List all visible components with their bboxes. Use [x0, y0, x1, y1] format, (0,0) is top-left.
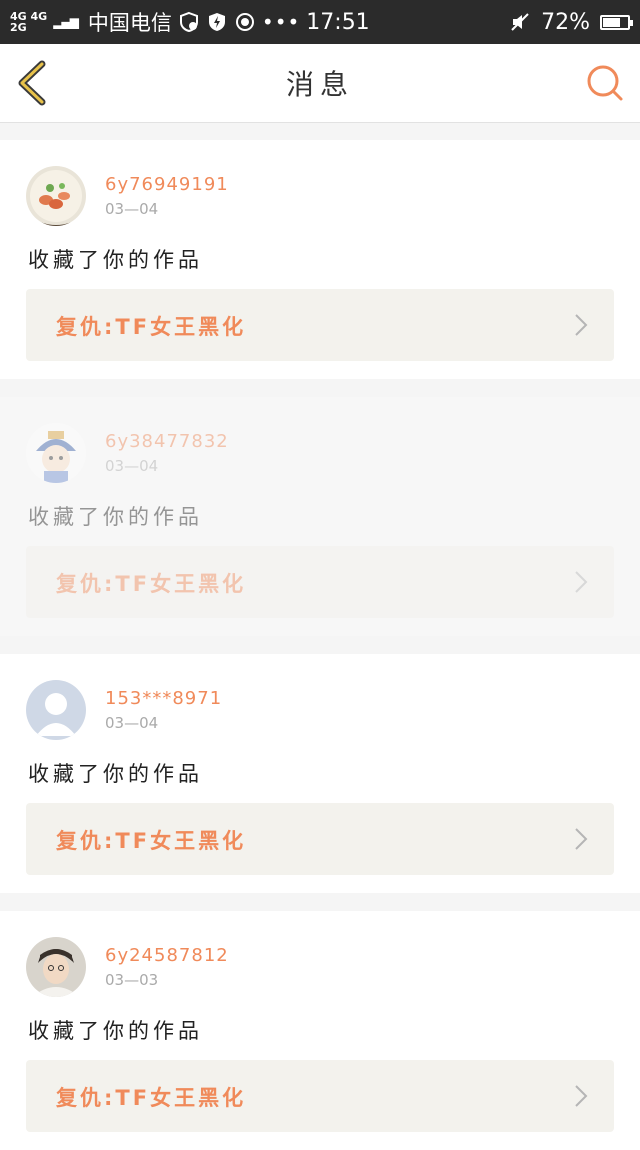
- work-link[interactable]: 复仇:TF女王黑化: [26, 289, 614, 361]
- work-link[interactable]: 复仇:TF女王黑化: [26, 1060, 614, 1132]
- mute-icon: [511, 13, 529, 31]
- chevron-right-icon: [575, 1085, 588, 1107]
- status-bar: 4G 4G 2G ▂▄▆ 中国电信 ••• 17:51 72%: [0, 0, 640, 44]
- cartoon-character-icon[interactable]: [26, 423, 86, 483]
- food-photo-icon[interactable]: [26, 166, 86, 226]
- work-link[interactable]: 复仇:TF女王黑化: [26, 546, 614, 618]
- default-user-icon[interactable]: [26, 680, 86, 740]
- username[interactable]: 6y24587812: [105, 945, 229, 966]
- shield-check-icon: [179, 11, 198, 33]
- page-title: 消息: [285, 68, 354, 101]
- battery-percent: 72%: [541, 9, 590, 35]
- work-title: 复仇:TF女王黑化: [56, 1086, 247, 1110]
- username[interactable]: 6y38477832: [105, 431, 229, 452]
- action-text: 收藏了你的作品: [28, 762, 203, 786]
- signal-icon: ▂▄▆: [53, 15, 79, 29]
- chevron-right-icon: [575, 828, 588, 850]
- clock: 17:51: [306, 9, 370, 35]
- back-arrow-icon[interactable]: [14, 60, 54, 106]
- work-link[interactable]: 复仇:TF女王黑化: [26, 803, 614, 875]
- person-photo-icon[interactable]: [26, 937, 86, 997]
- message-card[interactable]: 153***8971 03—04 收藏了你的作品 复仇:TF女王黑化: [0, 654, 640, 893]
- message-card[interactable]: 6y38477832 03—04 收藏了你的作品 复仇:TF女王黑化: [0, 397, 640, 636]
- more-notifications-icon: •••: [261, 10, 301, 34]
- battery-icon: [600, 14, 633, 30]
- action-text: 收藏了你的作品: [28, 1019, 203, 1043]
- carrier-name: 中国电信: [87, 11, 172, 35]
- location-icon: [235, 13, 254, 31]
- search-icon[interactable]: [586, 64, 624, 102]
- battery-fill: [603, 17, 621, 27]
- top-nav-bar: 消息: [0, 44, 640, 123]
- message-date: 03—04: [105, 714, 159, 732]
- work-title: 复仇:TF女王黑化: [56, 829, 247, 853]
- message-date: 03—03: [105, 971, 159, 989]
- chevron-right-icon: [575, 571, 588, 593]
- shield-bolt-icon: [208, 13, 225, 31]
- work-title: 复仇:TF女王黑化: [56, 315, 247, 339]
- username[interactable]: 6y76949191: [105, 174, 229, 195]
- message-date: 03—04: [105, 200, 159, 218]
- action-text: 收藏了你的作品: [28, 248, 203, 272]
- action-text: 收藏了你的作品: [28, 505, 203, 529]
- message-date: 03—04: [105, 457, 159, 475]
- message-card[interactable]: 6y76949191 03—04 收藏了你的作品 复仇:TF女王黑化: [0, 140, 640, 379]
- message-card[interactable]: 6y24587812 03—03 收藏了你的作品 复仇:TF女王黑化: [0, 911, 640, 1150]
- chevron-right-icon: [575, 314, 588, 336]
- network-indicator: 4G 4G 2G: [10, 11, 47, 33]
- network-bottom: 2G: [10, 21, 27, 34]
- username[interactable]: 153***8971: [105, 688, 222, 709]
- work-title: 复仇:TF女王黑化: [56, 572, 247, 596]
